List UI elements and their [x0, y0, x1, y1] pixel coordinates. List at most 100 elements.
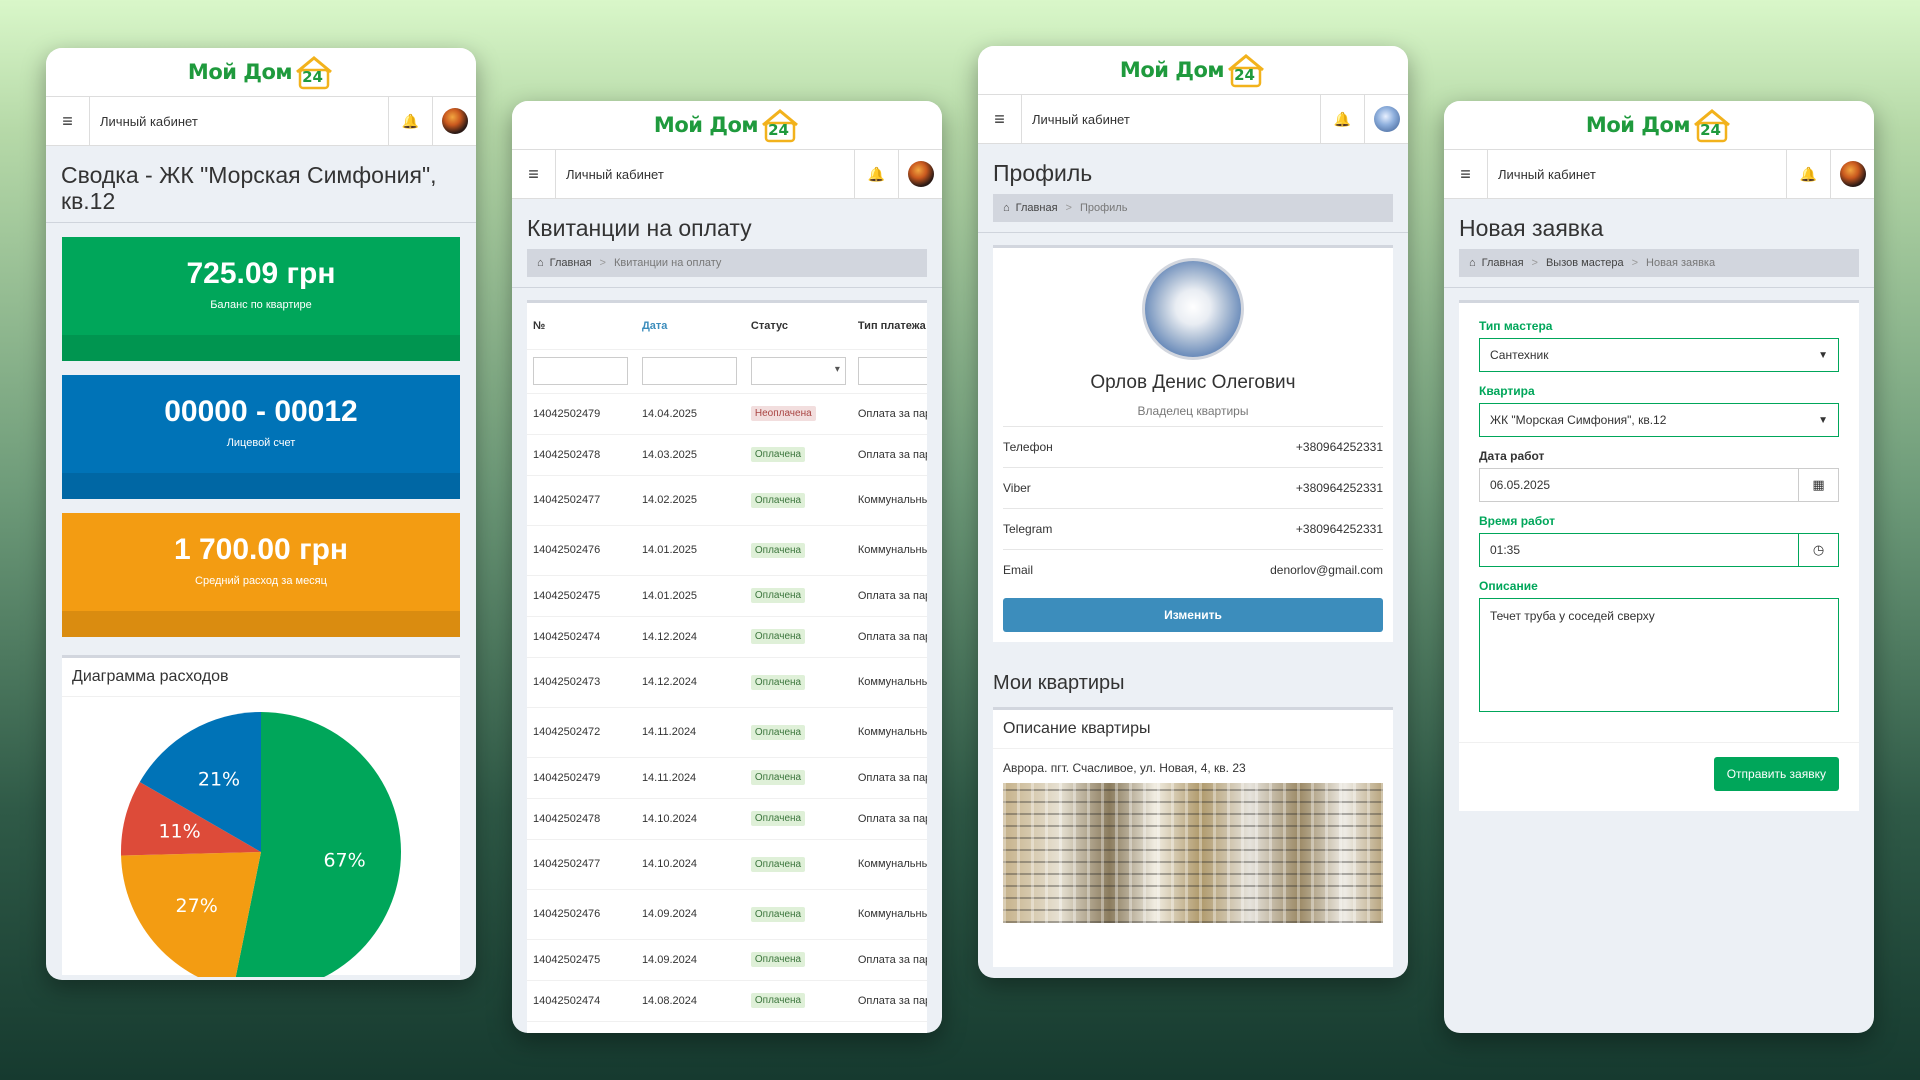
navbar-title: Личный кабинет: [1032, 111, 1130, 127]
avatar-button[interactable]: [1364, 95, 1408, 143]
table-row[interactable]: 14042502475 14.01.2025 Оплачена Оплата за п…: [527, 575, 927, 617]
table-row[interactable]: 1404250247614.09.2024 Оплачена Коммунальны…: [527, 889, 927, 940]
pie-slice-label: 27%: [176, 895, 218, 917]
cell-number: 14042502474: [527, 616, 636, 658]
home-icon: ⌂: [1003, 202, 1010, 214]
page-title: Новая заявка: [1459, 215, 1604, 241]
cell-status: Оплачена: [744, 839, 852, 890]
cell-type: Коммунальный платёж: [851, 657, 927, 708]
avatar-button[interactable]: [1830, 150, 1874, 198]
calendar-icon[interactable]: ▦: [1798, 469, 1838, 501]
filter-date-input[interactable]: [641, 357, 737, 385]
breadcrumb-home[interactable]: Главная: [1482, 257, 1524, 269]
table-row[interactable]: 1404250247314.12.2024 Оплачена Коммунальны…: [527, 657, 927, 708]
avatar: [1373, 106, 1400, 132]
status-badge: Оплачена: [750, 542, 806, 558]
bars-icon[interactable]: ≡: [46, 97, 90, 145]
cell-number: 14042502476: [527, 889, 636, 940]
tile-footer[interactable]: [62, 473, 460, 499]
logo: Мой Дом 24: [46, 48, 476, 96]
profile-label: Email: [1003, 563, 1034, 577]
logo: Мой Дом 24: [512, 101, 942, 149]
cell-status: Оплачена: [744, 525, 852, 576]
house-icon: 24: [1692, 107, 1732, 143]
bars-icon[interactable]: ≡: [512, 150, 556, 198]
cell-date: 14.09.2024: [635, 939, 745, 981]
navbar-title: Личный кабинет: [100, 113, 198, 129]
cell-type: Оплата за парко: [851, 575, 927, 617]
filter-row: [527, 349, 927, 394]
filter-status-select[interactable]: [750, 357, 846, 385]
bars-icon[interactable]: ≡: [978, 95, 1022, 143]
table-row[interactable]: 14042502478 14.10.2024 Оплачена Оплата за п…: [527, 798, 927, 840]
cell-status: Оплачена: [744, 757, 852, 799]
cell-type: Оплата за парко: [851, 393, 927, 435]
avatar-button[interactable]: [898, 150, 942, 198]
filter-type-input[interactable]: [857, 357, 927, 385]
bell-icon[interactable]: 🔔: [854, 150, 898, 198]
status-badge: Оплачена: [750, 770, 806, 785]
cell-date: 14.03.2025: [635, 434, 745, 476]
filter-number-input[interactable]: [533, 357, 628, 385]
breadcrumb: ⌂ Главная > Профиль: [993, 194, 1393, 222]
table-row[interactable]: 1404250247714.10.2024 Оплачена Коммунальны…: [527, 839, 927, 890]
apartment-box-title: Описание квартиры: [993, 710, 1393, 749]
table-row[interactable]: 14042502478 14.03.2025 Оплачена Оплата за п…: [527, 434, 927, 476]
cell-number: 14042502475: [527, 575, 636, 617]
table-row[interactable]: 14042502475 14.09.2024 Оплачена Оплата за п…: [527, 939, 927, 981]
cell-type: Оплата за парко: [851, 616, 927, 658]
breadcrumb-middle[interactable]: Вызов мастера: [1546, 257, 1624, 269]
logo-number: 24: [1234, 66, 1255, 84]
apartment-select[interactable]: ЖК "Морская Симфония", кв.12 ▼: [1479, 403, 1839, 437]
chart-box-title: Диаграмма расходов: [62, 658, 460, 697]
breadcrumb-home[interactable]: Главная: [1016, 202, 1058, 214]
col-status[interactable]: Статус: [744, 303, 852, 350]
balance-value: 725.09 грн: [186, 257, 336, 290]
cell-number: 14042502479: [527, 757, 636, 799]
cell-status: Оплачена: [744, 889, 852, 940]
col-type[interactable]: Тип платежа: [851, 303, 927, 350]
col-date[interactable]: Дата: [635, 303, 745, 350]
master-type-select[interactable]: Сантехник ▼: [1479, 338, 1839, 372]
clock-icon[interactable]: ◷: [1798, 534, 1838, 566]
table-row[interactable]: 1404250247614.01.2025 Оплачена Коммунальны…: [527, 525, 927, 576]
tile-footer[interactable]: [62, 611, 460, 637]
table-row[interactable]: 14042502474 14.12.2024 Оплачена Оплата за п…: [527, 616, 927, 658]
cell-date: 14.04.2025: [635, 393, 745, 435]
apartment-value: ЖК "Морская Симфония", кв.12: [1490, 413, 1667, 427]
table-row[interactable]: 14042502479 14.04.2025 Неоплачена Оплата за…: [527, 393, 927, 435]
bell-icon[interactable]: 🔔: [1786, 150, 1830, 198]
account-tile: 00000 - 00012 Лицевой счет: [62, 375, 460, 499]
col-number[interactable]: №: [527, 303, 636, 350]
table-row[interactable]: 14042502479 14.11.2024 Оплачена Оплата за п…: [527, 757, 927, 799]
pie-slice-label: 21%: [198, 768, 240, 790]
table-row[interactable]: 1404250247214.11.2024 Оплачена Коммунальны…: [527, 707, 927, 758]
edit-profile-button[interactable]: Изменить: [1003, 598, 1383, 632]
date-input[interactable]: 06.05.2025 ▦: [1479, 468, 1839, 502]
description-textarea[interactable]: Течет труба у соседей сверху: [1479, 598, 1839, 712]
bars-icon[interactable]: ≡: [1444, 150, 1488, 198]
bell-icon[interactable]: 🔔: [1320, 95, 1364, 143]
cell-date: 14.12.2024: [635, 657, 745, 708]
breadcrumb-separator: >: [1631, 257, 1639, 269]
time-input[interactable]: 01:35 ◷: [1479, 533, 1839, 567]
house-icon: 24: [1226, 52, 1266, 88]
profile-label: Телефон: [1003, 440, 1053, 454]
house-icon: 24: [294, 54, 334, 90]
profile-value: +380964252331: [1295, 522, 1383, 536]
tile-footer[interactable]: [62, 335, 460, 361]
table-row[interactable]: 1404250247714.02.2025 Оплачена Коммунальны…: [527, 475, 927, 526]
average-value: 1 700.00 грн: [173, 533, 349, 566]
average-caption: Средний расход за месяц: [195, 575, 327, 587]
cell-date: 14.01.2025: [635, 575, 745, 617]
submit-request-button[interactable]: Отправить заявку: [1713, 757, 1839, 791]
avatar-button[interactable]: [432, 97, 476, 145]
house-icon: 24: [760, 107, 800, 143]
divider: [978, 232, 1408, 233]
avatar: [1839, 161, 1866, 187]
breadcrumb-home[interactable]: Главная: [550, 257, 592, 269]
bell-icon[interactable]: 🔔: [388, 97, 432, 145]
cell-number: 14042502475: [527, 939, 636, 981]
table-row[interactable]: 14042502474 14.08.2024 Оплачена Оплата за п…: [527, 980, 927, 1022]
apartment-address: Аврора. пгт. Счасливое, ул. Новая, 4, кв…: [1003, 761, 1246, 775]
